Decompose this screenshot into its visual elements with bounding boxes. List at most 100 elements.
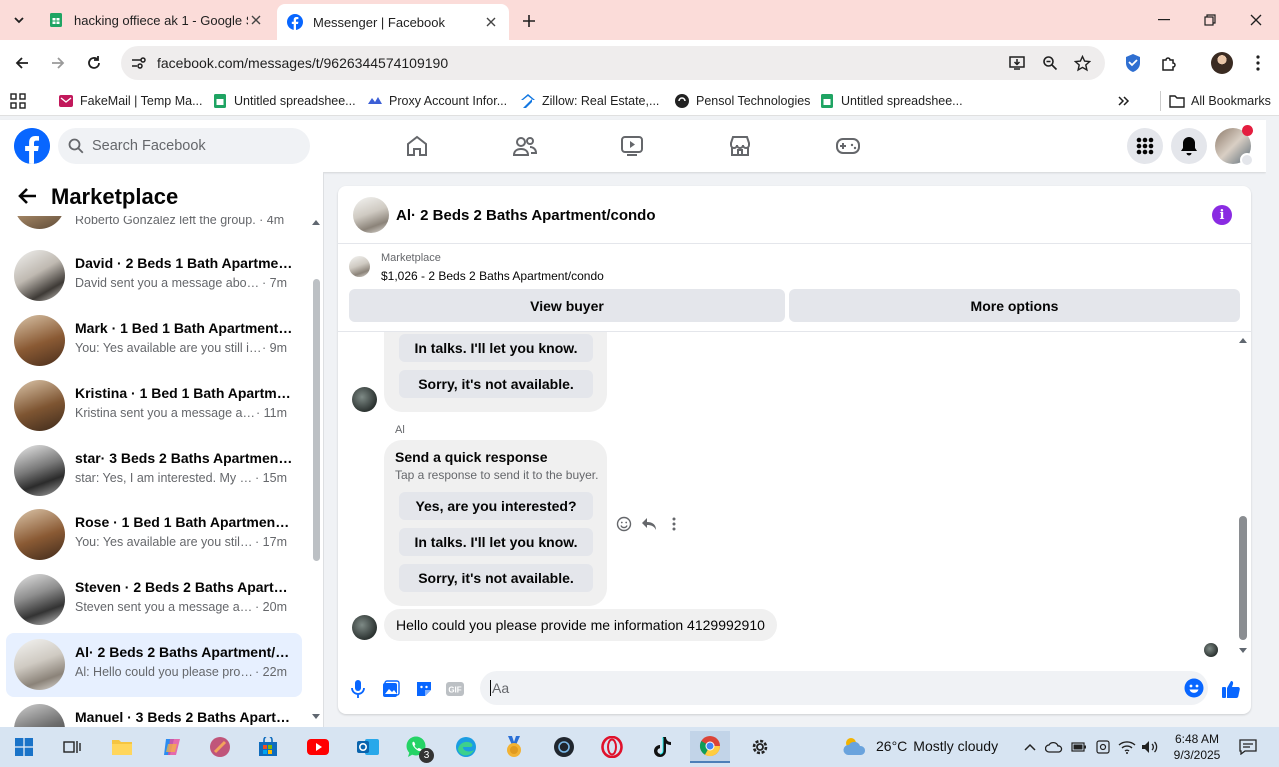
chat-avatar[interactable] — [353, 197, 389, 233]
scroll-down-arrow-icon[interactable] — [311, 713, 321, 721]
system-clock[interactable]: 6:48 AM 9/3/2025 — [1167, 731, 1227, 763]
chat-title[interactable]: Al· 2 Beds 2 Baths Apartment/condo — [396, 207, 655, 224]
more-menu-icon[interactable] — [1246, 51, 1270, 75]
camera-app-button[interactable] — [544, 731, 584, 763]
conversation-item[interactable]: Kristina · 1 Bed 1 Bath Apartmen... Kris… — [6, 374, 302, 438]
notification-center-icon[interactable] — [1238, 738, 1258, 756]
bookmark-untitled-spreadsheet-1[interactable]: Untitled spreadshee... — [212, 91, 356, 111]
facebook-search[interactable]: Search Facebook — [58, 128, 310, 164]
close-tab-icon[interactable] — [483, 14, 499, 30]
menu-button[interactable] — [1127, 128, 1163, 164]
medal-app-button[interactable] — [494, 731, 534, 763]
restore-button[interactable] — [1187, 0, 1233, 40]
onedrive-icon[interactable] — [1045, 738, 1063, 756]
camera-tray-icon[interactable] — [1094, 738, 1112, 756]
task-view-button[interactable] — [52, 731, 92, 763]
tab-messenger[interactable]: Messenger | Facebook — [277, 4, 509, 40]
conversation-item-selected[interactable]: Al· 2 Beds 2 Baths Apartment/c... Al: He… — [6, 633, 302, 697]
listing-thumbnail[interactable] — [349, 256, 370, 277]
quick-option-in-talks[interactable]: In talks. I'll let you know. — [399, 528, 593, 556]
react-smiley-icon[interactable] — [615, 515, 633, 533]
file-explorer-button[interactable] — [102, 731, 142, 763]
chrome-button[interactable] — [690, 731, 730, 763]
quick-option-not-available[interactable]: Sorry, it's not available. — [399, 564, 593, 592]
messages-scroll-thumb[interactable] — [1239, 516, 1247, 640]
extensions-puzzle-icon[interactable] — [1157, 51, 1181, 75]
conversation-item[interactable]: Steven · 2 Beds 2 Baths Apartm... Steven… — [6, 568, 302, 632]
install-app-icon[interactable] — [1008, 54, 1026, 72]
close-tab-icon[interactable] — [248, 12, 264, 28]
photo-attach-icon[interactable] — [380, 678, 402, 700]
messages-scrollbar[interactable] — [1237, 336, 1249, 661]
tab-google-sheets[interactable]: hacking offiece ak 1 - Google Sh — [38, 0, 274, 40]
nav-friends[interactable] — [510, 132, 540, 160]
quick-option-interested[interactable]: Yes, are you interested? — [399, 492, 593, 520]
wifi-icon[interactable] — [1118, 738, 1136, 756]
whatsapp-button[interactable]: 3 — [396, 731, 436, 763]
back-button[interactable] — [18, 186, 40, 208]
more-options-button[interactable]: More options — [789, 289, 1240, 322]
opera-button[interactable] — [592, 731, 632, 763]
sender-avatar[interactable] — [352, 387, 377, 412]
sidebar-scroll-thumb[interactable] — [313, 279, 320, 561]
settings-button[interactable] — [740, 731, 780, 763]
bookmark-pensol[interactable]: Pensol Technologies — [674, 91, 810, 111]
account-avatar[interactable] — [1215, 125, 1254, 167]
conversation-item[interactable]: Rose · 1 Bed 1 Bath Apartment/c... You: … — [6, 503, 302, 567]
site-settings-icon[interactable] — [129, 54, 147, 72]
bookmark-star-icon[interactable] — [1073, 54, 1091, 72]
conversation-item[interactable]: Manuel · 3 Beds 2 Baths Apartm... — [6, 698, 302, 727]
info-icon[interactable]: i — [1212, 205, 1232, 225]
emoji-icon[interactable] — [1184, 678, 1204, 698]
reload-button[interactable] — [82, 51, 106, 75]
weather-widget[interactable]: 26°C Mostly cloudy — [842, 735, 998, 757]
view-buyer-button[interactable]: View buyer — [349, 289, 785, 322]
zoom-icon[interactable] — [1041, 54, 1059, 72]
thumbs-up-icon[interactable] — [1220, 678, 1242, 700]
forward-button[interactable] — [46, 51, 70, 75]
sidebar-scrollbar[interactable] — [310, 216, 322, 727]
scroll-down-arrow-icon[interactable] — [1238, 647, 1248, 655]
app-orb-button[interactable] — [200, 731, 240, 763]
conversation-item[interactable]: star· 3 Beds 2 Baths Apartment/... star:… — [6, 439, 302, 503]
bookmark-untitled-spreadsheet-2[interactable]: Untitled spreadshee... — [819, 91, 963, 111]
scroll-up-arrow-icon[interactable] — [1238, 336, 1248, 344]
all-bookmarks[interactable]: All Bookmarks — [1160, 91, 1271, 111]
more-bookmarks-chevron-icon[interactable] — [1117, 91, 1131, 111]
conversation-item[interactable]: Mark · 1 Bed 1 Bath Apartment/... You: Y… — [6, 309, 302, 373]
volume-icon[interactable] — [1141, 738, 1159, 756]
close-window-button[interactable] — [1233, 0, 1279, 40]
nav-gaming[interactable] — [833, 132, 863, 160]
battery-icon[interactable] — [1070, 738, 1088, 756]
minimize-button[interactable] — [1141, 0, 1187, 40]
quick-option-in-talks[interactable]: In talks. I'll let you know. — [399, 334, 593, 362]
facebook-logo[interactable] — [14, 128, 50, 164]
reply-icon[interactable] — [640, 515, 658, 533]
tiktok-button[interactable] — [642, 731, 682, 763]
start-button[interactable] — [4, 731, 44, 763]
apps-grid-icon[interactable] — [10, 91, 26, 111]
microsoft-store-button[interactable] — [248, 731, 288, 763]
conversation-item[interactable]: David · 2 Beds 1 Bath Apartment... David… — [6, 244, 302, 308]
nav-home[interactable] — [402, 132, 432, 160]
scroll-up-arrow-icon[interactable] — [311, 218, 321, 226]
show-hidden-icons-chevron-icon[interactable] — [1021, 738, 1039, 756]
extension-shield-icon[interactable] — [1121, 51, 1145, 75]
new-tab-button[interactable] — [518, 10, 540, 32]
copilot-button[interactable] — [152, 731, 192, 763]
nav-marketplace[interactable] — [725, 132, 755, 160]
edge-button[interactable] — [446, 731, 486, 763]
notifications-button[interactable] — [1171, 128, 1207, 164]
bookmark-zillow[interactable]: Zillow: Real Estate,... — [520, 91, 659, 111]
profile-avatar[interactable] — [1210, 51, 1234, 75]
tab-search-button[interactable] — [6, 8, 32, 32]
sticker-icon[interactable] — [413, 678, 435, 700]
microphone-icon[interactable] — [347, 678, 369, 700]
address-bar[interactable]: facebook.com/messages/t/9626344574109190 — [121, 46, 1105, 80]
page-scrollbar[interactable] — [1266, 120, 1279, 727]
message-bubble[interactable]: Hello could you please provide me inform… — [384, 609, 777, 641]
outlook-button[interactable] — [348, 731, 388, 763]
sender-avatar[interactable] — [352, 615, 377, 640]
bookmark-fakemail[interactable]: FakeMail | Temp Ma... — [58, 91, 203, 111]
listing-price-title[interactable]: $1,026 - 2 Beds 2 Baths Apartment/condo — [381, 269, 604, 283]
